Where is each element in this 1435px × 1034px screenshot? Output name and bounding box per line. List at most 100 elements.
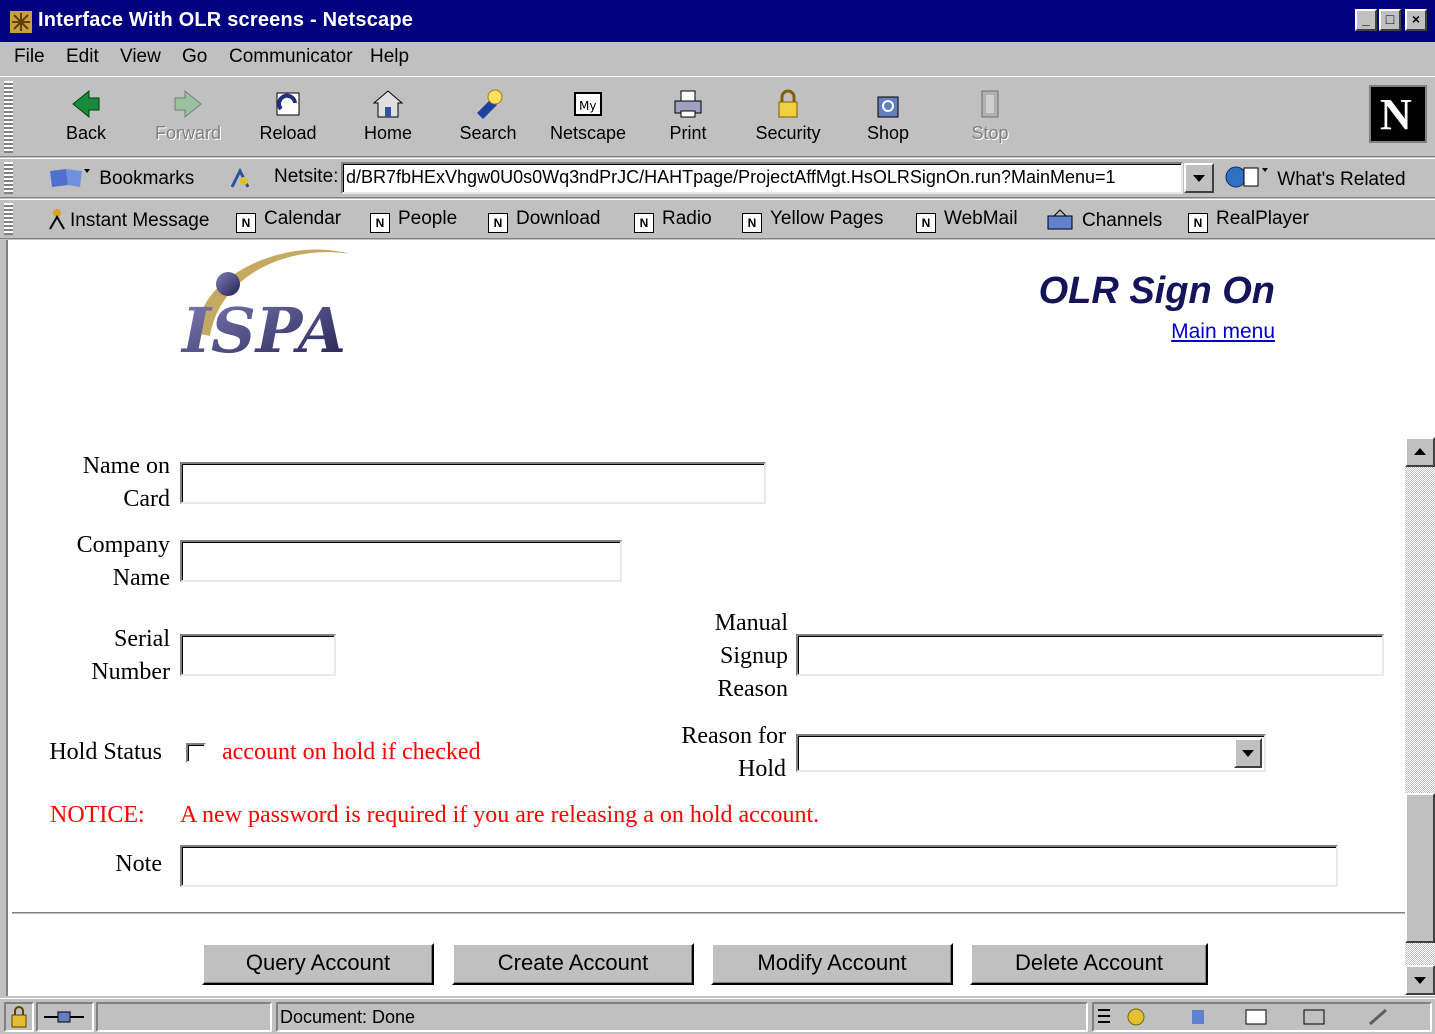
reason-for-hold-dropdown-button[interactable] [1234, 738, 1262, 768]
hold-status-label: Hold Status [49, 739, 162, 765]
whats-related-icon [1225, 166, 1268, 188]
radio-button[interactable]: N Radio [634, 208, 712, 233]
scroll-down-button[interactable] [1405, 965, 1435, 995]
note-input[interactable] [180, 845, 1338, 887]
stop-button[interactable]: Stop [942, 83, 1038, 155]
back-arrow-icon [72, 89, 100, 119]
calendar-label: Calendar [264, 208, 342, 229]
realplayer-label: RealPlayer [1216, 208, 1309, 229]
menu-file[interactable]: File [14, 46, 45, 68]
people-button[interactable]: N People [370, 208, 457, 233]
url-dropdown-button[interactable] [1184, 163, 1214, 193]
netscape-logo-letter: N [1380, 90, 1412, 139]
webmail-label: WebMail [944, 208, 1018, 229]
print-label: Print [669, 123, 707, 143]
minimize-button[interactable]: _ [1355, 9, 1377, 31]
maximize-button[interactable]: □ [1379, 9, 1401, 31]
menu-help[interactable]: Help [370, 46, 409, 68]
printer-icon [674, 90, 702, 118]
manual-signup-reason-label: Manual Signup Reason [648, 607, 788, 706]
scroll-up-button[interactable] [1405, 437, 1435, 467]
reload-button[interactable]: Reload [240, 83, 336, 155]
bookmarks-button[interactable]: Bookmarks [48, 165, 194, 190]
reason-for-hold-select[interactable] [796, 734, 1266, 772]
download-icon: N [488, 213, 508, 233]
channels-button[interactable]: Channels [1046, 208, 1162, 232]
yellow-pages-button[interactable]: N Yellow Pages [742, 208, 883, 233]
personal-grip[interactable] [4, 203, 13, 235]
scroll-thumb[interactable] [1405, 793, 1435, 943]
lock-icon [11, 1006, 27, 1028]
search-flashlight-icon [477, 89, 503, 119]
stop-label: Stop [971, 123, 1009, 143]
hold-status-checkbox[interactable] [186, 743, 206, 763]
page-title: OLR Sign On [1038, 270, 1275, 312]
ispa-logo: ISPA [180, 249, 350, 367]
delete-account-button[interactable]: Delete Account [970, 943, 1208, 985]
my-netscape-icon: My [574, 92, 602, 116]
menu-go[interactable]: Go [182, 46, 207, 68]
name-on-card-label-line1: Name on [82, 453, 170, 479]
window-title-bar[interactable]: Interface With OLR screens - Netscape _ … [0, 0, 1435, 42]
security-status-icon[interactable] [4, 1002, 34, 1032]
calendar-button[interactable]: N Calendar [236, 208, 341, 233]
webmail-icon: N [916, 213, 936, 233]
ispa-logo-text: ISPA [180, 294, 346, 367]
shop-button[interactable]: Shop [840, 83, 936, 155]
arrow-up-icon [1414, 448, 1426, 455]
page-proxy-icon[interactable] [228, 167, 252, 191]
download-button[interactable]: N Download [488, 208, 601, 233]
reload-label: Reload [259, 123, 317, 143]
connection-status-icon[interactable] [36, 1002, 94, 1032]
reload-icon [276, 92, 300, 116]
close-button[interactable]: × [1405, 9, 1427, 31]
vertical-scrollbar[interactable] [1405, 437, 1435, 995]
menu-communicator[interactable]: Communicator [229, 46, 353, 68]
download-label: Download [516, 208, 601, 229]
back-label: Back [65, 123, 107, 143]
netscape-app-icon[interactable] [8, 9, 34, 35]
forward-button[interactable]: Forward [140, 83, 236, 155]
realplayer-button[interactable]: N RealPlayer [1188, 208, 1309, 233]
location-toolbar: Bookmarks Netsite: d/BR7fbHExVhgw0U0s0Wq… [0, 158, 1435, 198]
home-button[interactable]: Home [340, 83, 436, 155]
name-on-card-input[interactable] [180, 462, 766, 504]
reason-for-hold-label: Reason for Hold [628, 720, 786, 786]
whats-related-button[interactable]: What's Related [1224, 164, 1406, 191]
people-icon: N [370, 213, 390, 233]
print-button[interactable]: Print [640, 83, 736, 155]
back-button[interactable]: Back [38, 83, 134, 155]
calendar-icon: N [236, 213, 256, 233]
menu-view[interactable]: View [120, 46, 161, 68]
manual-signup-reason-input[interactable] [796, 634, 1384, 676]
bookmarks-icon [50, 169, 90, 187]
netscape-button[interactable]: My Netscape [540, 83, 636, 155]
toolbar-grip[interactable] [4, 81, 13, 153]
query-account-button[interactable]: Query Account [202, 943, 434, 985]
webmail-button[interactable]: N WebMail [916, 208, 1018, 233]
plug-icon [44, 1011, 84, 1023]
search-button[interactable]: Search [440, 83, 536, 155]
serial-number-label-line2: Number [91, 659, 170, 685]
menu-edit[interactable]: Edit [66, 46, 99, 68]
netscape-label: Netscape [549, 123, 627, 143]
security-button[interactable]: Security [740, 83, 836, 155]
create-account-button[interactable]: Create Account [452, 943, 694, 985]
company-name-input[interactable] [180, 540, 622, 582]
main-menu-link[interactable]: Main menu [1171, 320, 1275, 344]
status-bar: Document: Done [0, 998, 1435, 1034]
forward-arrow-icon [174, 89, 202, 119]
security-label: Security [755, 123, 821, 143]
instant-message-button[interactable]: Instant Message [46, 208, 209, 232]
instant-message-label: Instant Message [70, 210, 210, 231]
serial-number-input[interactable] [180, 634, 336, 676]
shop-label: Shop [866, 123, 910, 143]
location-grip[interactable] [4, 162, 13, 194]
url-field[interactable]: d/BR7fbHExVhgw0U0s0Wq3ndPrJC/HAHTpage/Pr… [341, 162, 1183, 194]
company-name-label: Company Name [48, 529, 170, 595]
company-name-label-line1: Company [76, 532, 170, 558]
radio-icon: N [634, 213, 654, 233]
serial-number-label: Serial Number [48, 623, 170, 689]
netscape-logo[interactable]: N [1369, 85, 1427, 143]
modify-account-button[interactable]: Modify Account [711, 943, 953, 985]
